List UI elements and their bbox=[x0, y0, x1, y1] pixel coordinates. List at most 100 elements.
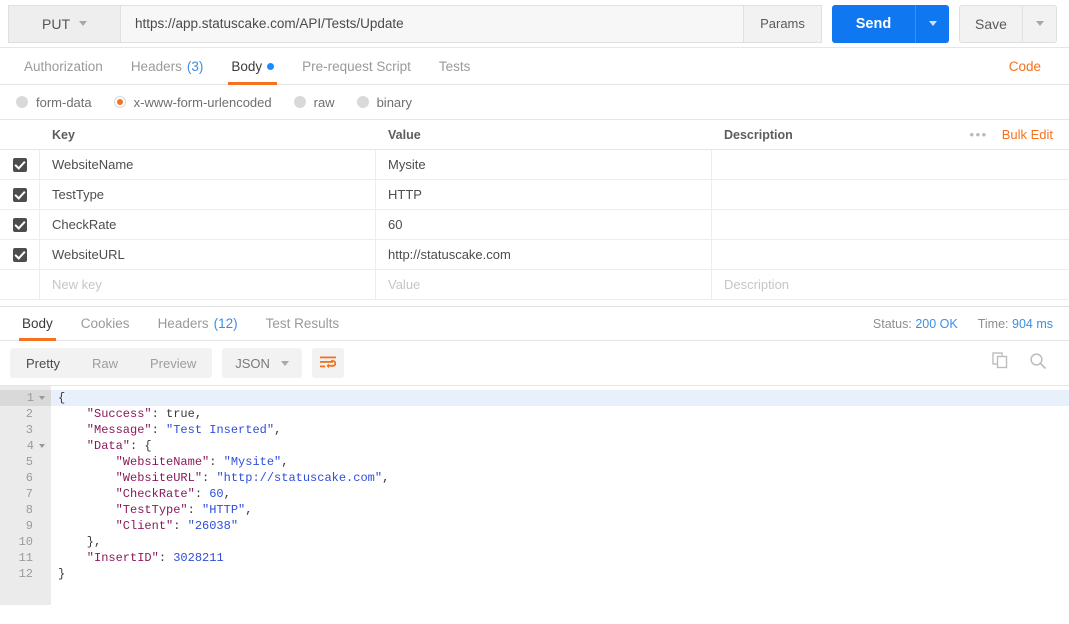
row-description-cell[interactable] bbox=[712, 150, 1069, 179]
token-num: 60 bbox=[209, 487, 224, 501]
code-line: "Message": "Test Inserted", bbox=[51, 422, 1069, 438]
tab-authorization[interactable]: Authorization bbox=[10, 48, 117, 84]
response-format-selector[interactable]: JSON bbox=[222, 348, 302, 378]
code-link[interactable]: Code bbox=[1009, 48, 1059, 84]
params-button[interactable]: Params bbox=[744, 4, 822, 43]
row-key-cell[interactable]: WebsiteName bbox=[40, 150, 376, 179]
view-mode-pretty[interactable]: Pretty bbox=[10, 348, 76, 378]
new-row-description-cell[interactable]: Description bbox=[712, 270, 1069, 299]
row-checkbox-cell[interactable] bbox=[0, 240, 40, 269]
line-number-label: 11 bbox=[18, 551, 33, 565]
checkbox-checked-icon[interactable] bbox=[12, 187, 27, 202]
row-description-cell[interactable] bbox=[712, 210, 1069, 239]
response-tab-cookies[interactable]: Cookies bbox=[67, 307, 144, 340]
tab-label: Pre-request Script bbox=[302, 58, 411, 74]
radio-x-www-form-urlencoded[interactable]: x-www-form-urlencoded bbox=[113, 95, 272, 110]
status-label: Status: bbox=[872, 316, 912, 331]
row-key-cell[interactable]: WebsiteURL bbox=[40, 240, 376, 269]
tab-pre-request-script[interactable]: Pre-request Script bbox=[288, 48, 425, 84]
row-value-cell[interactable]: 60 bbox=[376, 210, 712, 239]
radio-binary[interactable]: binary bbox=[356, 94, 412, 110]
row-checkbox-cell[interactable] bbox=[0, 210, 40, 239]
tab-body[interactable]: Body bbox=[217, 48, 288, 85]
http-method-selector[interactable]: PUT bbox=[8, 4, 120, 43]
word-wrap-button[interactable] bbox=[311, 348, 344, 378]
send-options-button[interactable] bbox=[915, 4, 949, 43]
tab-headers[interactable]: Headers (3) bbox=[117, 48, 218, 84]
line-number-label: 7 bbox=[25, 487, 33, 501]
row-value-cell[interactable]: HTTP bbox=[376, 180, 712, 209]
view-mode-label: Preview bbox=[149, 355, 197, 371]
radio-label: binary bbox=[376, 94, 412, 110]
response-tab-body[interactable]: Body bbox=[8, 307, 67, 341]
token-punc: : bbox=[202, 471, 217, 485]
response-toolbar: Pretty Raw Preview JSON bbox=[0, 341, 1069, 385]
view-mode-preview[interactable]: Preview bbox=[134, 348, 212, 378]
row-checkbox-cell[interactable] bbox=[0, 180, 40, 209]
new-row-checkbox-cell[interactable] bbox=[0, 270, 40, 299]
line-number: 3 bbox=[0, 422, 51, 438]
radio-raw[interactable]: raw bbox=[293, 95, 335, 110]
send-button[interactable]: Send bbox=[832, 4, 915, 43]
fold-triangle-icon[interactable] bbox=[39, 396, 45, 400]
line-number-label: 3 bbox=[25, 423, 33, 437]
radio-icon-selected bbox=[113, 96, 126, 108]
line-number: 7 bbox=[0, 486, 51, 502]
token-punc: }, bbox=[58, 535, 102, 549]
code-line: "Data": { bbox=[51, 438, 1069, 454]
table-row: WebsiteName Mysite bbox=[0, 150, 1069, 180]
save-options-button[interactable] bbox=[1023, 4, 1057, 43]
params-table-header: Key Value Description ••• Bulk Edit bbox=[0, 120, 1069, 150]
bulk-edit-button[interactable]: Bulk Edit bbox=[1002, 127, 1053, 142]
checkbox-checked-icon[interactable] bbox=[12, 157, 27, 172]
response-tab-headers[interactable]: Headers (12) bbox=[144, 307, 252, 340]
response-tab-test-results[interactable]: Test Results bbox=[252, 307, 354, 340]
token-punc: : bbox=[209, 455, 224, 469]
new-row-value-cell[interactable]: Value bbox=[376, 270, 712, 299]
request-tabs: Authorization Headers (3) Body Pre-reque… bbox=[0, 48, 1069, 85]
token-key: "WebsiteName" bbox=[58, 455, 210, 469]
copy-button[interactable] bbox=[992, 352, 1009, 374]
response-actions bbox=[992, 352, 1059, 375]
checkbox-checked-icon[interactable] bbox=[12, 247, 27, 262]
row-key-cell[interactable]: TestType bbox=[40, 180, 376, 209]
row-value-cell[interactable]: http://statuscake.com bbox=[376, 240, 712, 269]
fold-triangle-icon[interactable] bbox=[39, 444, 45, 448]
row-description-cell[interactable] bbox=[712, 240, 1069, 269]
token-punc: , bbox=[281, 455, 289, 469]
search-button[interactable] bbox=[1029, 352, 1047, 375]
row-key-cell[interactable]: CheckRate bbox=[40, 210, 376, 239]
code-link-label: Code bbox=[1008, 58, 1041, 74]
checkbox-empty-icon[interactable] bbox=[13, 278, 27, 292]
tab-tests[interactable]: Tests bbox=[425, 48, 485, 84]
checkbox-checked-icon[interactable] bbox=[12, 217, 27, 232]
response-code-content[interactable]: { "Success": true, "Message": "Test Inse… bbox=[51, 386, 1069, 605]
request-url-bar: PUT Params Send Save bbox=[0, 0, 1069, 48]
row-value-text: HTTP bbox=[388, 187, 422, 202]
tab-label: Cookies bbox=[80, 316, 130, 331]
line-number: 11 bbox=[0, 550, 51, 566]
radio-form-data[interactable]: form-data bbox=[16, 95, 92, 110]
row-value-text: Mysite bbox=[388, 157, 426, 172]
token-punc: , bbox=[223, 487, 231, 501]
row-description-cell[interactable] bbox=[712, 180, 1069, 209]
save-button[interactable]: Save bbox=[959, 4, 1023, 43]
row-value-cell[interactable]: Mysite bbox=[376, 150, 712, 179]
more-options-icon[interactable]: ••• bbox=[970, 127, 988, 142]
line-number: 1 bbox=[0, 390, 51, 406]
view-mode-raw[interactable]: Raw bbox=[76, 348, 134, 378]
save-label: Save bbox=[975, 15, 1007, 32]
new-description-placeholder: Description bbox=[724, 277, 790, 292]
token-bool: true bbox=[166, 407, 195, 421]
tab-label: Body bbox=[231, 58, 263, 74]
response-tabs: Body Cookies Headers (12) Test Results S… bbox=[0, 306, 1069, 341]
view-mode-label: Pretty bbox=[26, 355, 60, 371]
response-body-viewer[interactable]: 1 2 3 4 5 6 7 8 9 10 11 12 { "Success": true, "Mess… bbox=[0, 385, 1069, 605]
request-url-input[interactable] bbox=[120, 4, 744, 43]
code-line: "InsertID": 3028211 bbox=[51, 550, 1069, 566]
new-row-key-cell[interactable]: New key bbox=[40, 270, 376, 299]
line-number-label: 1 bbox=[26, 391, 34, 405]
row-checkbox-cell[interactable] bbox=[0, 150, 40, 179]
